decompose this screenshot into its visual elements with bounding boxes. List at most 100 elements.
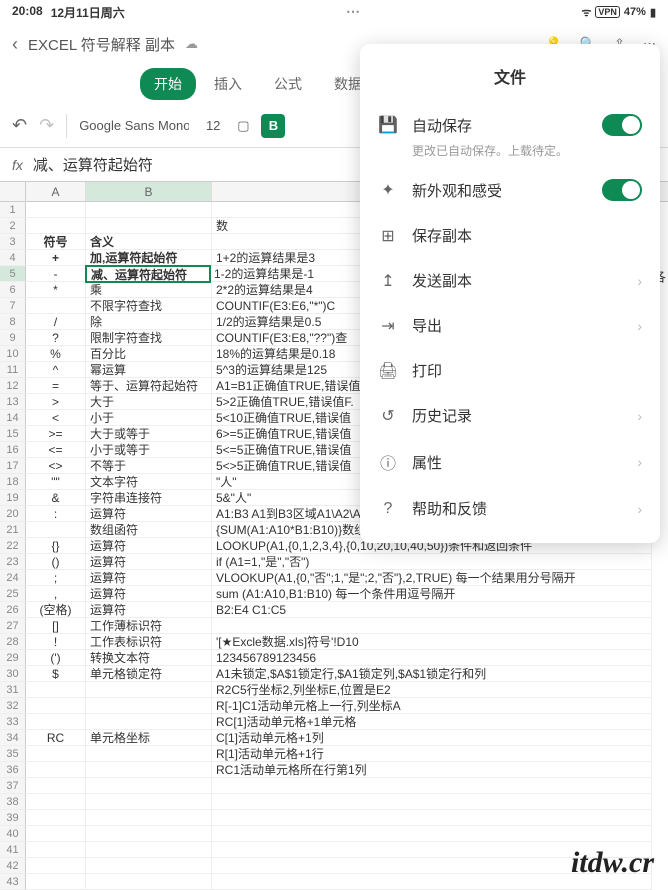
cell[interactable]: 百分比 xyxy=(86,346,212,362)
cell[interactable]: A1未锁定,$A$1锁定行,$A1锁定列,$A$1锁定行和列 xyxy=(212,666,652,682)
cell[interactable]: if (A1=1,"是","否") xyxy=(212,554,652,570)
menu-help[interactable]: ? 帮助和反馈 › xyxy=(360,486,660,531)
cell[interactable]: 大于或等于 xyxy=(86,426,212,442)
row-header[interactable]: 9 xyxy=(0,330,26,346)
cell[interactable]: 数组函符 xyxy=(86,522,212,538)
cell[interactable]: 工作薄标识符 xyxy=(86,618,212,634)
cell[interactable]: 减、运算符起始符 xyxy=(85,265,211,283)
row-header[interactable]: 3 xyxy=(0,234,26,250)
cell[interactable]: () xyxy=(26,554,86,570)
cell[interactable] xyxy=(26,842,86,858)
cell[interactable]: [] xyxy=(26,618,86,634)
cell[interactable] xyxy=(86,762,212,778)
cell[interactable] xyxy=(212,810,652,826)
cell[interactable] xyxy=(86,682,212,698)
bold-button[interactable]: B xyxy=(261,114,285,138)
cell[interactable]: ^ xyxy=(26,362,86,378)
cell[interactable]: = xyxy=(26,378,86,394)
menu-savecopy[interactable]: ⊞ 保存副本 xyxy=(360,213,660,258)
row-header[interactable]: 6 xyxy=(0,282,26,298)
cell[interactable] xyxy=(86,794,212,810)
row-header[interactable]: 39 xyxy=(0,810,26,826)
cell[interactable] xyxy=(86,826,212,842)
row-header[interactable]: 22 xyxy=(0,538,26,554)
cell[interactable]: C[1]活动单元格+1列 xyxy=(212,730,652,746)
tab-start[interactable]: 开始 xyxy=(140,68,196,100)
cell[interactable] xyxy=(86,218,212,234)
row-header[interactable]: 14 xyxy=(0,410,26,426)
menu-newlook[interactable]: ✦ 新外观和感受 xyxy=(360,167,660,213)
cell[interactable]: 运算符 xyxy=(86,586,212,602)
cell[interactable]: 限制字符查找 xyxy=(86,330,212,346)
cell[interactable] xyxy=(26,522,86,538)
row-header[interactable]: 41 xyxy=(0,842,26,858)
cell[interactable]: ! xyxy=(26,634,86,650)
cell[interactable]: ? xyxy=(26,330,86,346)
cell[interactable] xyxy=(26,202,86,218)
cell[interactable]: / xyxy=(26,314,86,330)
cell[interactable]: '[★Excle数据.xls]符号'!D10 xyxy=(212,634,652,650)
row-header[interactable]: 19 xyxy=(0,490,26,506)
row-header[interactable]: 31 xyxy=(0,682,26,698)
cell[interactable]: 不限字符查找 xyxy=(86,298,212,314)
menu-history[interactable]: ↺ 历史记录 › xyxy=(360,393,660,438)
cell[interactable]: (') xyxy=(26,650,86,666)
cell[interactable] xyxy=(26,810,86,826)
row-header[interactable]: 28 xyxy=(0,634,26,650)
row-header[interactable]: 1 xyxy=(0,202,26,218)
row-header[interactable]: 16 xyxy=(0,442,26,458)
row-header[interactable]: 20 xyxy=(0,506,26,522)
cell[interactable]: > xyxy=(26,394,86,410)
cell[interactable]: 大于 xyxy=(86,394,212,410)
cell[interactable] xyxy=(26,762,86,778)
cell[interactable]: 运算符 xyxy=(86,538,212,554)
cell[interactable]: 字符串连接符 xyxy=(86,490,212,506)
cell[interactable] xyxy=(86,810,212,826)
cell[interactable]: RC1活动单元格所在行第1列 xyxy=(212,762,652,778)
cell[interactable] xyxy=(26,698,86,714)
cell[interactable]: 加,运算符起始符 xyxy=(86,250,212,266)
row-header[interactable]: 38 xyxy=(0,794,26,810)
cell[interactable]: 运算符 xyxy=(86,602,212,618)
cell[interactable] xyxy=(86,874,212,890)
cell[interactable] xyxy=(26,858,86,874)
cell[interactable]: % xyxy=(26,346,86,362)
row-header[interactable]: 25 xyxy=(0,586,26,602)
row-header[interactable]: 35 xyxy=(0,746,26,762)
cell[interactable] xyxy=(86,202,212,218)
cell[interactable]: 单元格坐标 xyxy=(86,730,212,746)
formula-content[interactable]: 减、运算符起始符 xyxy=(33,154,153,175)
cell[interactable] xyxy=(86,858,212,874)
row-header[interactable]: 40 xyxy=(0,826,26,842)
cell[interactable]: 符号 xyxy=(26,234,86,250)
cell[interactable] xyxy=(212,778,652,794)
row-header[interactable]: 13 xyxy=(0,394,26,410)
cell[interactable] xyxy=(212,826,652,842)
row-header[interactable]: 4 xyxy=(0,250,26,266)
autosave-toggle[interactable] xyxy=(602,114,642,136)
cell[interactable]: 单元格锁定符 xyxy=(86,666,212,682)
cell[interactable]: 小于或等于 xyxy=(86,442,212,458)
cell[interactable] xyxy=(26,714,86,730)
cell[interactable]: 转换文本符 xyxy=(86,650,212,666)
row-header[interactable]: 42 xyxy=(0,858,26,874)
row-header[interactable]: 15 xyxy=(0,426,26,442)
cell[interactable] xyxy=(212,618,652,634)
undo-button[interactable]: ↶ xyxy=(12,115,27,136)
cell[interactable]: R[-1]C1活动单元格上一行,列坐标A xyxy=(212,698,652,714)
redo-button[interactable]: ↷ xyxy=(39,115,54,136)
row-header[interactable]: 2 xyxy=(0,218,26,234)
cell[interactable]: VLOOKUP(A1,{0,"否";1,"是";2,"否"},2,TRUE) 每… xyxy=(212,570,652,586)
cell[interactable]: , xyxy=(26,586,86,602)
document-title[interactable]: EXCEL 符号解释 副本 xyxy=(28,34,175,55)
cell[interactable] xyxy=(26,794,86,810)
cell[interactable]: "" xyxy=(26,474,86,490)
row-header[interactable]: 23 xyxy=(0,554,26,570)
cell[interactable]: ; xyxy=(26,570,86,586)
cell[interactable] xyxy=(26,298,86,314)
cell[interactable]: >= xyxy=(26,426,86,442)
cell[interactable]: 乘 xyxy=(86,282,212,298)
cell[interactable] xyxy=(26,682,86,698)
row-header[interactable]: 34 xyxy=(0,730,26,746)
row-header[interactable]: 21 xyxy=(0,522,26,538)
